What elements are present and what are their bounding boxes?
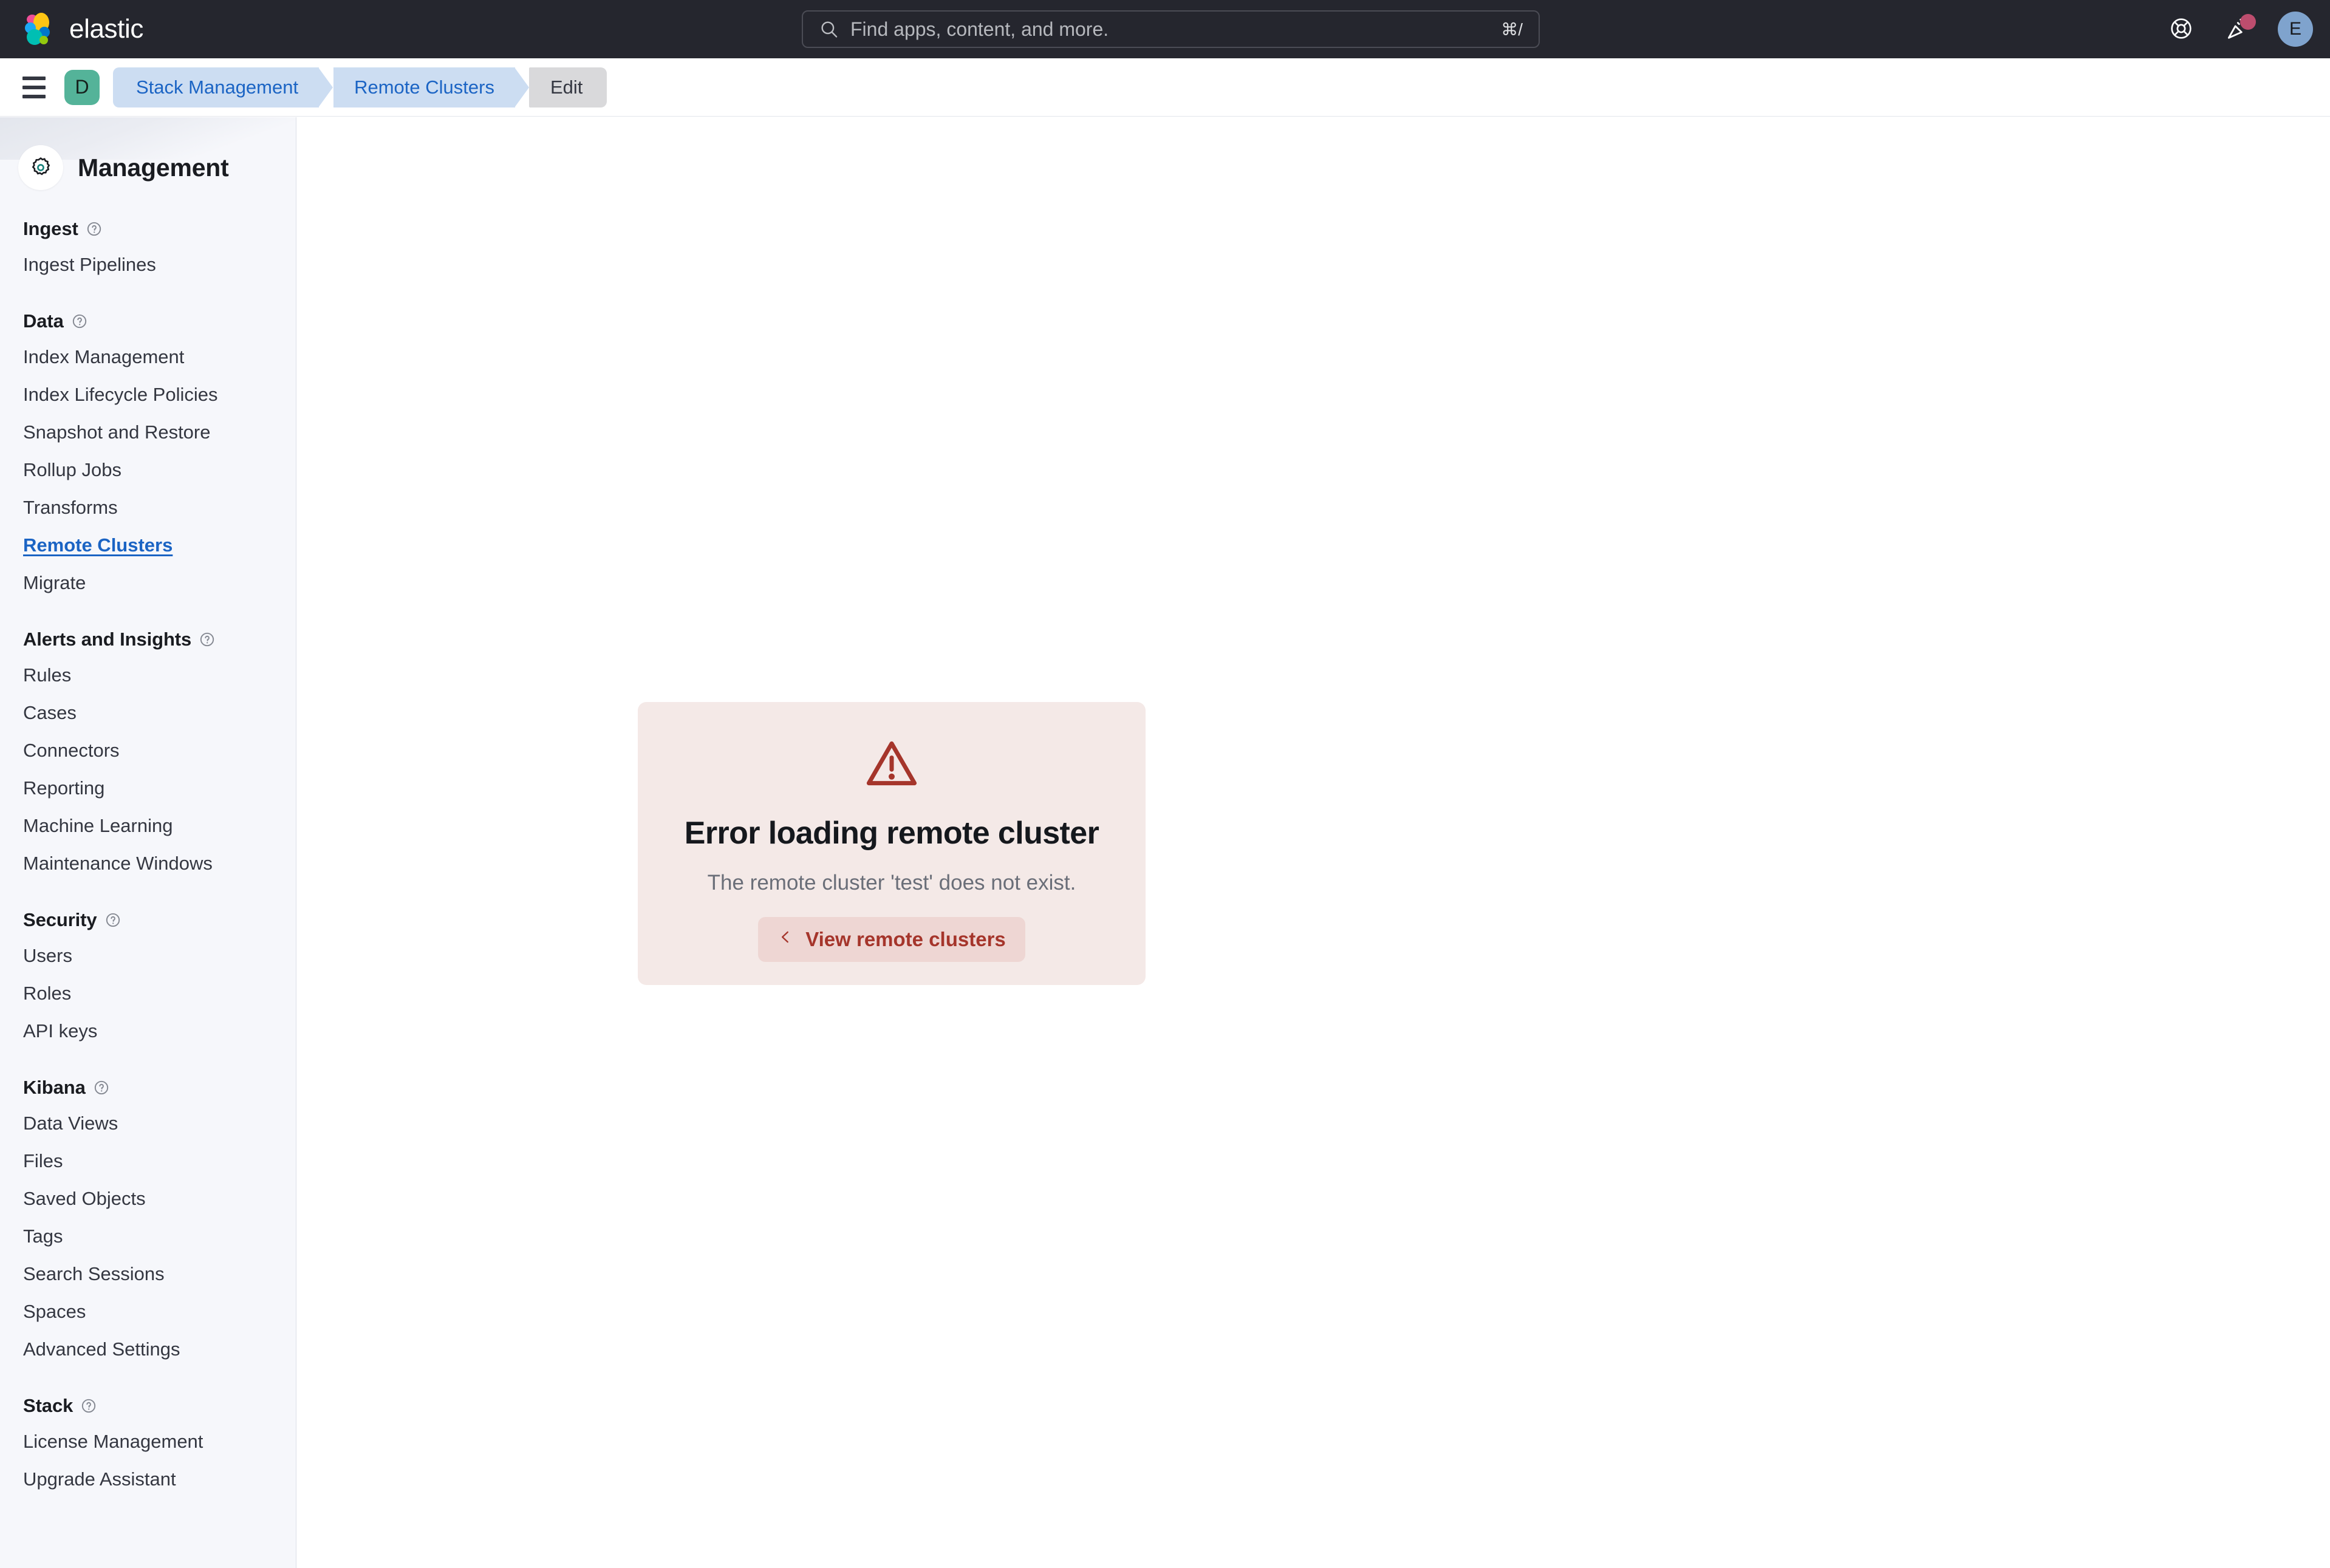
user-avatar[interactable]: E: [2278, 12, 2313, 47]
sidebar-item-api-keys[interactable]: API keys: [0, 1012, 296, 1050]
search-icon: [819, 19, 839, 39]
sidebar-item-search-sessions[interactable]: Search Sessions: [0, 1255, 296, 1293]
page-title: Management: [78, 153, 229, 182]
sidebar-item-transforms[interactable]: Transforms: [0, 489, 296, 527]
global-search-placeholder: Find apps, content, and more.: [850, 18, 1109, 40]
error-panel: Error loading remote cluster The remote …: [638, 702, 1146, 985]
nav-section-header-alerts-and-insights: Alerts and Insights: [0, 629, 296, 656]
view-remote-clusters-button[interactable]: View remote clusters: [758, 917, 1025, 962]
sidebar-item-spaces[interactable]: Spaces: [0, 1293, 296, 1331]
brand-name: elastic: [69, 14, 143, 44]
sidebar-item-index-management[interactable]: Index Management: [0, 338, 296, 376]
nav-section-kibana: Kibana Data Views Files Saved Objects Ta…: [0, 1077, 296, 1368]
sidebar-item-snapshot-and-restore[interactable]: Snapshot and Restore: [0, 414, 296, 451]
sidebar-item-rules[interactable]: Rules: [0, 656, 296, 694]
sidebar-item-roles[interactable]: Roles: [0, 975, 296, 1012]
chevron-left-icon: [777, 928, 793, 951]
breadcrumb: Stack Management Remote Clusters Edit: [113, 67, 607, 107]
global-search-input[interactable]: Find apps, content, and more. ⌘/: [802, 10, 1540, 48]
sidebar-item-cases[interactable]: Cases: [0, 694, 296, 732]
nav-section-ingest: Ingest Ingest Pipelines: [0, 218, 296, 284]
nav-section-header-data: Data: [0, 310, 296, 338]
warning-triangle-icon: [863, 735, 921, 793]
sidebar-item-license-management[interactable]: License Management: [0, 1423, 296, 1461]
nav-section-title: Ingest: [23, 218, 78, 239]
nav-section-title: Alerts and Insights: [23, 629, 192, 650]
nav-section-title: Kibana: [23, 1077, 86, 1098]
help-menu-button[interactable]: [2164, 12, 2199, 47]
nav-section-alerts-and-insights: Alerts and Insights Rules Cases Connecto…: [0, 629, 296, 882]
question-in-circle-icon[interactable]: [199, 632, 215, 647]
sidebar-item-reporting[interactable]: Reporting: [0, 769, 296, 807]
sidebar-item-maintenance-windows[interactable]: Maintenance Windows: [0, 845, 296, 882]
hamburger-bar: [22, 85, 46, 89]
nav-section-security: Security Users Roles API keys: [0, 909, 296, 1050]
sidebar-item-advanced-settings[interactable]: Advanced Settings: [0, 1331, 296, 1368]
nav-section-header-security: Security: [0, 909, 296, 937]
sidebar-item-rollup-jobs[interactable]: Rollup Jobs: [0, 451, 296, 489]
sidebar-item-ingest-pipelines[interactable]: Ingest Pipelines: [0, 246, 296, 284]
sidebar-item-tags[interactable]: Tags: [0, 1218, 296, 1255]
breadcrumb-item-stack-management[interactable]: Stack Management: [113, 67, 333, 107]
nav-section-header-stack: Stack: [0, 1395, 296, 1423]
news-unread-badge: [2240, 14, 2256, 30]
sidebar-item-saved-objects[interactable]: Saved Objects: [0, 1180, 296, 1218]
hamburger-menu-icon[interactable]: [16, 69, 52, 106]
hamburger-bar: [22, 94, 46, 98]
global-search-shortcut: ⌘/: [1501, 19, 1523, 39]
sidebar-item-upgrade-assistant[interactable]: Upgrade Assistant: [0, 1461, 296, 1498]
breadcrumb-item-edit: Edit: [528, 67, 607, 107]
elastic-logo-icon: [18, 10, 57, 49]
question-in-circle-icon[interactable]: [105, 912, 121, 928]
main-content: Error loading remote cluster The remote …: [297, 117, 2330, 1568]
sidebar-item-migrate[interactable]: Migrate: [0, 564, 296, 602]
error-message: The remote cluster 'test' does not exist…: [707, 871, 1076, 895]
sidebar-item-remote-clusters[interactable]: Remote Clusters: [0, 527, 296, 564]
sidebar-item-index-lifecycle-policies[interactable]: Index Lifecycle Policies: [0, 376, 296, 414]
news-feed-button[interactable]: [2221, 12, 2256, 47]
sidebar-item-data-views[interactable]: Data Views: [0, 1105, 296, 1142]
sidebar-item-files[interactable]: Files: [0, 1142, 296, 1180]
breadcrumb-item-remote-clusters[interactable]: Remote Clusters: [333, 67, 529, 107]
question-in-circle-icon[interactable]: [94, 1080, 109, 1096]
nav-section-header-ingest: Ingest: [0, 218, 296, 246]
nav-section-title: Data: [23, 310, 64, 332]
sidebar-header: Management: [0, 117, 296, 190]
sidebar-item-connectors[interactable]: Connectors: [0, 732, 296, 769]
brand[interactable]: elastic: [18, 10, 143, 49]
nav-section-data: Data Index Management Index Lifecycle Po…: [0, 310, 296, 602]
hamburger-bar: [22, 76, 46, 80]
nav-section-header-kibana: Kibana: [0, 1077, 296, 1105]
question-in-circle-icon[interactable]: [86, 221, 102, 237]
question-in-circle-icon[interactable]: [81, 1398, 97, 1414]
gear-icon: [18, 145, 63, 190]
nav-section-stack: Stack License Management Upgrade Assista…: [0, 1395, 296, 1498]
nav-section-title: Stack: [23, 1395, 73, 1416]
header-actions: E: [2164, 0, 2313, 58]
global-header: elastic Find apps, content, and more. ⌘/: [0, 0, 2330, 58]
sidebar-item-users[interactable]: Users: [0, 937, 296, 975]
sidebar-item-machine-learning[interactable]: Machine Learning: [0, 807, 296, 845]
space-avatar[interactable]: D: [64, 69, 100, 105]
nav-section-title: Security: [23, 909, 97, 930]
sidebar-nav: Ingest Ingest Pipelines Data Index Manag…: [0, 190, 296, 1498]
life-ring-icon: [2169, 16, 2193, 43]
management-sidebar: Management Ingest Ingest Pipelines Data: [0, 117, 296, 1568]
error-title: Error loading remote cluster: [684, 816, 1099, 851]
question-in-circle-icon[interactable]: [72, 313, 87, 329]
breadcrumb-bar: D Stack Management Remote Clusters Edit: [0, 58, 2330, 117]
view-remote-clusters-label: View remote clusters: [805, 928, 1006, 950]
